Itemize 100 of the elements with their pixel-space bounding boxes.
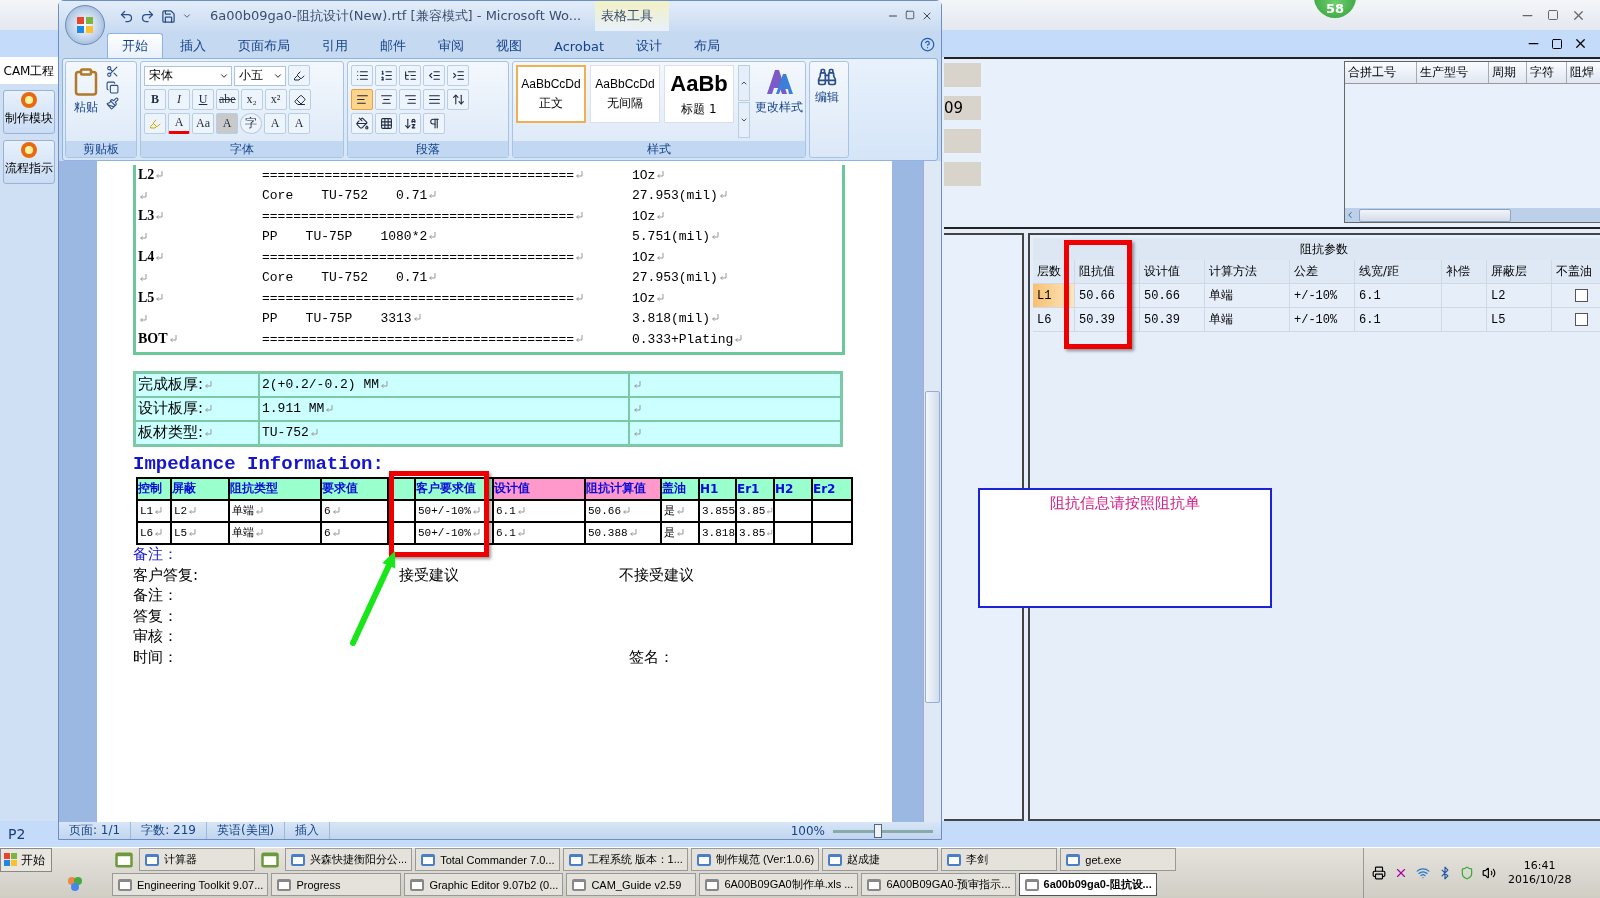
- office-button[interactable]: [65, 5, 105, 45]
- align-center-button[interactable]: [375, 89, 397, 110]
- checkbox[interactable]: [1574, 313, 1588, 326]
- text-field[interactable]: [944, 63, 981, 87]
- taskbar-button[interactable]: Total Commander 7.0...: [415, 848, 560, 871]
- multilevel-button[interactable]: [399, 65, 421, 86]
- format-button[interactable]: x₂: [240, 89, 263, 110]
- font-button[interactable]: A: [288, 113, 310, 134]
- borders-button[interactable]: [375, 113, 397, 134]
- paragraph-mark-icon: [331, 506, 340, 515]
- redo-icon[interactable]: [140, 8, 155, 24]
- taskbar-button[interactable]: 赵成捷: [822, 848, 939, 871]
- shading-button[interactable]: [351, 113, 373, 134]
- help-icon[interactable]: [920, 37, 935, 52]
- ribbon-tab[interactable]: 设计: [621, 33, 678, 58]
- justify-button[interactable]: [423, 89, 445, 110]
- font-button[interactable]: A: [216, 113, 238, 134]
- volume-icon[interactable]: [1482, 866, 1496, 880]
- taskbar-button[interactable]: Engineering Toolkit 9.07...: [112, 873, 269, 896]
- show-marks-button[interactable]: [423, 113, 445, 134]
- clear-format-button[interactable]: [288, 89, 311, 110]
- quick-launch-icon[interactable]: [260, 850, 280, 870]
- sidebar-button[interactable]: 制作模块: [3, 90, 55, 134]
- column-header: H2: [774, 477, 812, 500]
- taskbar-button[interactable]: Graphic Editor 9.07b2 (0...: [404, 873, 564, 896]
- slider-thumb[interactable]: [874, 823, 882, 838]
- bullets-button[interactable]: [351, 65, 373, 86]
- text-field[interactable]: [944, 129, 981, 153]
- ribbon-tab[interactable]: 邮件: [365, 33, 421, 58]
- format-button[interactable]: U: [192, 89, 214, 110]
- taskbar-button[interactable]: 6a00b09ga0-阻抗设...: [1018, 873, 1157, 896]
- style-option[interactable]: AaBb 标题 1: [664, 65, 734, 123]
- phonetic-button[interactable]: [288, 65, 310, 86]
- taskbar-button[interactable]: 制作规范 (Ver:1.0.6): [690, 848, 820, 871]
- indent-button[interactable]: [447, 65, 469, 86]
- numbering-button[interactable]: [375, 65, 397, 86]
- font-button[interactable]: 字: [240, 113, 262, 134]
- dropdown-icon[interactable]: [182, 11, 192, 21]
- close-icon[interactable]: [921, 10, 933, 22]
- scroll-left-icon[interactable]: [1345, 210, 1355, 220]
- format-button[interactable]: abe: [216, 89, 239, 110]
- save-icon[interactable]: [161, 8, 176, 24]
- taskbar-button[interactable]: 计算器: [139, 848, 255, 871]
- taskbar-button[interactable]: Progress: [271, 873, 402, 896]
- ribbon-tab[interactable]: 开始: [107, 33, 163, 58]
- style-option[interactable]: AaBbCcDd 无间隔: [590, 65, 660, 123]
- ribbon-tab[interactable]: 布局: [679, 33, 736, 58]
- taskbar-button[interactable]: 兴森快捷衡阳分公...: [285, 848, 413, 871]
- quick-launch-icon[interactable]: [114, 850, 134, 870]
- printer-icon[interactable]: [1372, 866, 1386, 880]
- taskbar-button[interactable]: 工程系统 版本：1...: [562, 848, 688, 871]
- sidebar-button[interactable]: 流程指示: [3, 140, 55, 184]
- cut-icon[interactable]: [106, 65, 119, 78]
- line-spacing-button[interactable]: [447, 89, 469, 110]
- network-icon[interactable]: [1416, 866, 1430, 880]
- paste-button[interactable]: 粘贴: [69, 65, 103, 138]
- font-size-field[interactable]: 小五: [234, 65, 286, 86]
- ribbon-tab[interactable]: Acrobat: [539, 33, 620, 58]
- column-header: 不盖油: [1552, 260, 1600, 283]
- style-option[interactable]: AaBbCcDd 正文: [516, 65, 586, 123]
- taskbar-button[interactable]: get.exe: [1060, 848, 1177, 871]
- sort-icon: [403, 117, 417, 130]
- font-button[interactable]: A: [264, 113, 286, 134]
- checkbox[interactable]: [1574, 289, 1588, 302]
- text-field[interactable]: 09: [944, 96, 981, 120]
- page-indicator[interactable]: P2: [0, 826, 60, 842]
- taskbar-button[interactable]: CAM_Guide v2.59: [566, 873, 697, 896]
- sort-button[interactable]: [399, 113, 421, 134]
- taskbar-button[interactable]: 6A00B09GA0制作单.xls ...: [699, 873, 859, 896]
- maximize-icon[interactable]: [905, 10, 915, 20]
- taskbar-button[interactable]: 6A00B09GA0-预审指示...: [861, 873, 1016, 896]
- start-button[interactable]: 开始: [0, 848, 52, 872]
- font-name-field[interactable]: 宋体: [144, 65, 232, 86]
- undo-icon[interactable]: [119, 8, 134, 24]
- format-button[interactable]: x²: [264, 89, 287, 110]
- paragraph-mark-icon: [188, 528, 197, 537]
- ribbon-tab[interactable]: 审阅: [423, 33, 479, 58]
- align-right-button[interactable]: [399, 89, 421, 110]
- ribbon-tab[interactable]: 插入: [165, 33, 221, 58]
- column-header: 字符: [1527, 62, 1567, 83]
- align-left-button[interactable]: [351, 89, 373, 110]
- outdent-button[interactable]: [423, 65, 445, 86]
- paragraph-mark-icon: [575, 252, 584, 261]
- close-icon[interactable]: [1573, 36, 1588, 51]
- brush-icon[interactable]: [106, 97, 119, 110]
- scrollbar-thumb[interactable]: [1359, 208, 1511, 222]
- ribbon-tab[interactable]: 视图: [481, 33, 537, 58]
- font-button[interactable]: A: [168, 113, 190, 134]
- format-button[interactable]: B: [144, 89, 166, 110]
- change-styles-button[interactable]: 更改样式: [753, 65, 805, 138]
- ribbon-tab[interactable]: 页面布局: [223, 33, 305, 58]
- restore-icon[interactable]: [1551, 37, 1563, 50]
- text-field[interactable]: [944, 162, 981, 186]
- ribbon-tab[interactable]: 引用: [307, 33, 363, 58]
- font-button[interactable]: Aa: [192, 113, 214, 134]
- copy-icon[interactable]: [106, 81, 119, 94]
- scrollbar-thumb[interactable]: [925, 391, 940, 703]
- format-button[interactable]: I: [168, 89, 190, 110]
- thickness-value: 5.751(mil): [632, 229, 719, 245]
- taskbar-button[interactable]: 李剑: [941, 848, 1058, 871]
